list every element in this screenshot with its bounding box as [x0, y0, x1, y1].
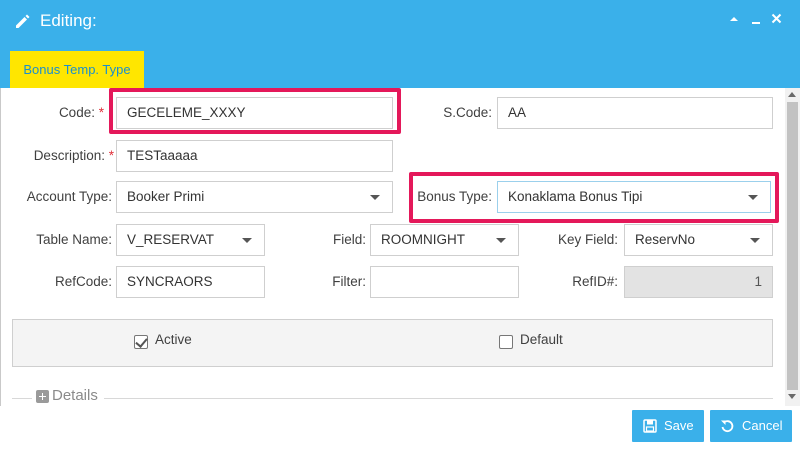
refid-field: 1: [624, 266, 773, 298]
refcode-label: RefCode:: [54, 274, 112, 289]
chevron-down-icon: [496, 238, 506, 243]
key-field-select[interactable]: ReservNo: [624, 224, 773, 256]
account-type-select[interactable]: Booker Primi: [116, 181, 393, 213]
bonus-type-value: Konaklama Bonus Tipi: [508, 189, 643, 204]
bonus-type-select[interactable]: Konaklama Bonus Tipi: [497, 181, 771, 213]
details-divider: [12, 398, 773, 399]
caret-up-icon: [730, 17, 738, 21]
code-required-mark: *: [98, 105, 104, 120]
scroll-up-arrow-icon[interactable]: [788, 92, 796, 97]
table-name-label: Table Name:: [36, 232, 112, 247]
account-type-label: Account Type:: [26, 189, 112, 204]
description-required-mark: *: [108, 148, 114, 163]
table-name-select[interactable]: V_RESERVAT: [116, 224, 265, 256]
filter-label: Filter:: [332, 274, 366, 289]
description-label-text: Description:: [33, 148, 105, 163]
close-button[interactable]: [768, 11, 784, 29]
field-label: Field:: [332, 232, 366, 247]
scrollbar-thumb[interactable]: [787, 102, 798, 390]
footer-bar: Save Cancel: [0, 406, 800, 449]
bonus-type-label: Bonus Type:: [417, 189, 492, 204]
vertical-scrollbar[interactable]: [785, 88, 800, 406]
scroll-down-arrow-icon[interactable]: [788, 394, 796, 399]
collapse-button[interactable]: [726, 11, 742, 29]
field-select[interactable]: ROOMNIGHT: [370, 224, 519, 256]
tab-strip: Bonus Temp. Type: [0, 43, 800, 88]
save-button[interactable]: Save: [632, 410, 704, 442]
options-panel: Active Default: [12, 319, 773, 367]
minimize-button[interactable]: [748, 11, 764, 29]
cancel-button[interactable]: Cancel: [710, 410, 792, 442]
chevron-down-icon: [748, 195, 758, 200]
floppy-disk-icon: [643, 419, 657, 433]
chevron-down-icon: [370, 195, 380, 200]
scode-field[interactable]: AA: [497, 97, 773, 129]
description-label: Description: *: [10, 146, 114, 166]
chevron-down-icon: [242, 238, 252, 243]
pencil-icon: [16, 14, 30, 28]
field-value: ROOMNIGHT: [381, 232, 465, 247]
filter-field[interactable]: [370, 266, 519, 298]
plus-square-icon[interactable]: [36, 390, 49, 403]
default-checkbox[interactable]: [499, 335, 513, 349]
table-name-value: V_RESERVAT: [127, 232, 215, 247]
close-icon: [771, 13, 781, 24]
code-highlight-box: [109, 88, 401, 134]
refcode-field[interactable]: SYNCRAORS: [116, 266, 265, 298]
active-label[interactable]: Active: [155, 332, 192, 347]
minimize-icon: [752, 22, 760, 24]
tab-bonus-temp-type[interactable]: Bonus Temp. Type: [10, 51, 144, 88]
cancel-label: Cancel: [742, 418, 783, 433]
account-type-value: Booker Primi: [127, 189, 205, 204]
key-field-value: ReservNo: [635, 232, 696, 247]
chevron-down-icon: [750, 238, 760, 243]
code-label: Code: *: [20, 103, 104, 123]
description-field[interactable]: TESTaaaaa: [116, 140, 393, 172]
window-title: Editing:: [40, 11, 97, 30]
save-label: Save: [664, 418, 694, 433]
active-checkbox[interactable]: [134, 335, 148, 349]
refid-label: RefID#:: [572, 274, 618, 289]
title-bar: Editing:: [0, 0, 800, 43]
undo-icon: [721, 420, 734, 433]
default-label[interactable]: Default: [520, 332, 563, 347]
details-section[interactable]: Details: [12, 387, 773, 408]
scode-label: S.Code:: [443, 105, 492, 120]
code-label-text: Code:: [58, 105, 95, 120]
edit-window: Editing: Bonus Temp. Type Code: * GECELE…: [0, 0, 800, 449]
key-field-label: Key Field:: [557, 232, 618, 247]
